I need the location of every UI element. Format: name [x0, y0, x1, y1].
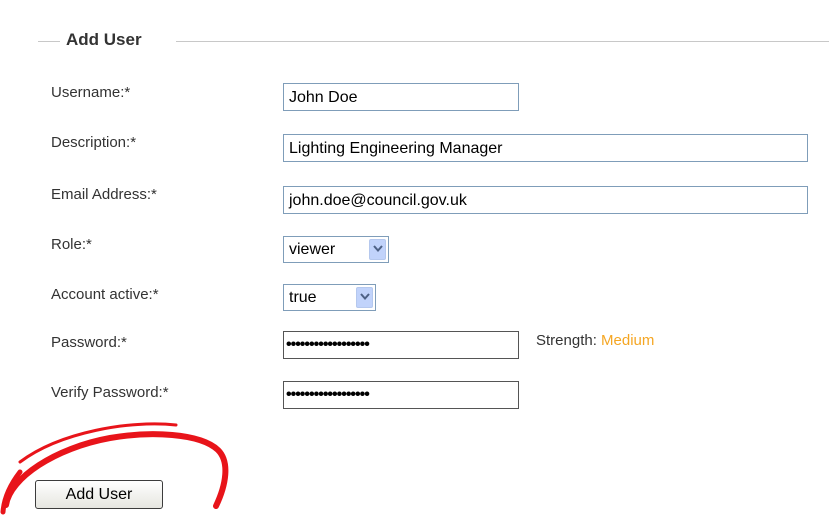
email-label: Email Address:*	[51, 186, 157, 203]
red-circle-annotation	[0, 422, 229, 515]
username-label: Username:*	[51, 84, 131, 101]
role-label: Role:*	[51, 236, 92, 253]
fieldset-border-right	[176, 41, 829, 42]
account-active-select[interactable]: true	[283, 284, 376, 311]
role-select[interactable]: viewer	[283, 236, 389, 263]
fieldset-border-left	[38, 41, 60, 42]
account-active-label: Account active:*	[51, 286, 159, 303]
add-user-button[interactable]: Add User	[35, 480, 163, 509]
account-active-selected-value: true	[289, 289, 317, 306]
password-label: Password:*	[51, 334, 127, 351]
email-input[interactable]: john.doe@council.gov.uk	[283, 186, 808, 214]
fieldset-legend: Add User	[66, 30, 142, 49]
password-strength: Strength: Medium	[536, 332, 654, 349]
chevron-down-icon[interactable]	[369, 239, 386, 260]
strength-level: Medium	[601, 332, 655, 349]
role-selected-value: viewer	[289, 241, 336, 258]
password-input[interactable]: ••••••••••••••••••	[283, 331, 519, 359]
verify-password-label: Verify Password:*	[51, 384, 169, 401]
username-input[interactable]: John Doe	[283, 83, 519, 111]
description-label: Description:*	[51, 134, 137, 151]
strength-label: Strength:	[536, 332, 597, 349]
verify-password-input[interactable]: ••••••••••••••••••	[283, 381, 519, 409]
description-input[interactable]: Lighting Engineering Manager	[283, 134, 808, 162]
chevron-down-icon[interactable]	[356, 287, 373, 308]
